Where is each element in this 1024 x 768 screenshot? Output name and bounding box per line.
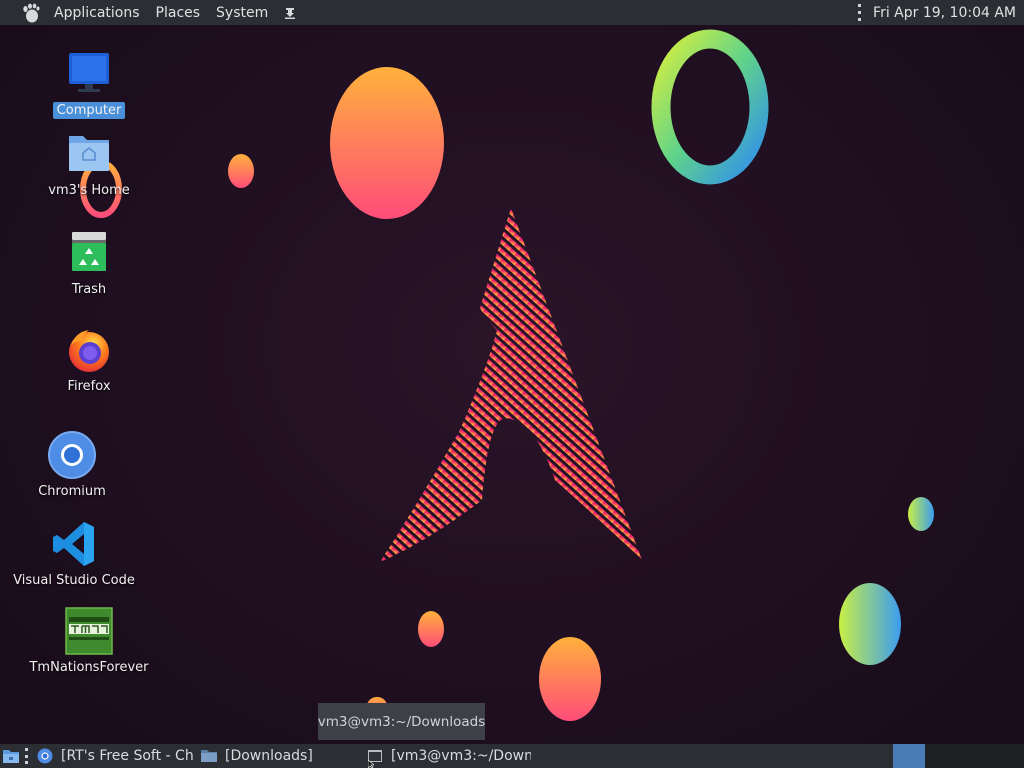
folder-icon [201,750,217,762]
orange-blob-medium [539,637,601,721]
menu-places[interactable]: Places [148,0,209,25]
panel-handle-icon[interactable] [25,748,28,764]
chromium-icon [37,748,53,764]
desktop-wallpaper [0,0,1024,768]
taskbar-item-label: [RT's Free Soft - Ch... [61,748,195,764]
desktop-icon-vscode[interactable]: Visual Studio Code [13,520,135,589]
orange-blob-small [418,611,444,647]
desktop-icon-label: Firefox [67,379,111,394]
computer-icon [65,50,113,98]
orange-blob-small [228,154,254,188]
taskbar-item-label: [vm3@vm3:~/Down... [391,748,531,764]
top-panel-tray: Fri Apr 19, 10:04 AM [858,4,1024,21]
menu-system[interactable]: System [208,0,276,25]
desktop-icon-firefox[interactable]: Firefox [34,326,144,395]
taskbar-item-chromium[interactable]: [RT's Free Soft - Ch... [31,744,195,768]
desktop-icon-tmnations[interactable]: TmNationsForever [29,607,149,676]
gradient-ball-large [839,583,901,665]
download-arrow-icon[interactable] [276,0,304,25]
mouse-cursor-icon [368,760,374,768]
tmnations-icon [65,607,113,655]
desktop-icon-home[interactable]: vm3's Home [34,130,144,199]
home-folder-icon [65,130,113,178]
desktop-icon-label: Trash [71,282,107,297]
firefox-icon [65,326,113,374]
show-desktop-button[interactable] [0,744,22,768]
top-panel: Applications Places System Fri Apr 19, 1… [0,0,1024,25]
orange-blob-large [330,67,444,219]
gradient-ball-small [908,497,934,531]
taskbar-item-label: [Downloads] [225,748,313,764]
workspace-2[interactable] [925,744,1024,768]
chromium-icon [48,431,96,479]
arch-logo [380,208,642,562]
desktop-icon-trash[interactable]: Trash [34,229,144,298]
trash-icon [65,229,113,277]
vscode-icon [50,520,98,568]
wallpaper-art [80,29,934,721]
gnome-foot-icon[interactable] [22,3,40,23]
desktop-icon-computer[interactable]: Computer [34,50,144,119]
bottom-panel: [RT's Free Soft - Ch... [Downloads] [vm3… [0,744,1024,768]
desktop-icon-label: TmNationsForever [29,660,149,675]
desktop-icon-label: vm3's Home [48,183,130,198]
taskbar-tooltip: vm3@vm3:~/Downloads [318,703,485,740]
desktop-icon-label: Chromium [38,484,106,499]
menu-applications[interactable]: Applications [46,0,148,25]
desktop-folder-icon [3,750,19,763]
gradient-ring [651,29,769,185]
desktop-icon-chromium[interactable]: Chromium [17,431,127,500]
desktop-icon-label: Visual Studio Code [13,573,135,588]
desktop-icon-label: Computer [52,102,126,119]
taskbar-item-downloads[interactable]: [Downloads] [195,744,361,768]
workspace-1[interactable] [893,744,925,768]
taskbar-item-terminal[interactable]: [vm3@vm3:~/Down... [361,744,531,768]
clock[interactable]: Fri Apr 19, 10:04 AM [869,5,1020,21]
panel-handle-icon[interactable] [858,4,862,21]
